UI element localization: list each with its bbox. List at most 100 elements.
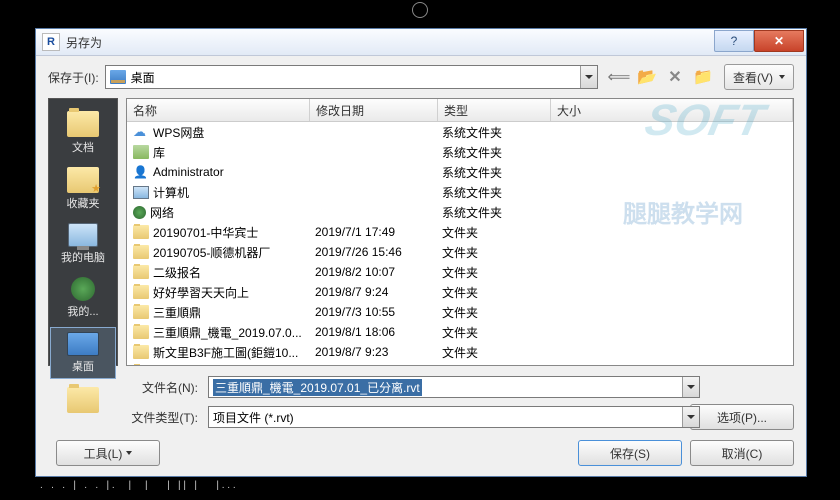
close-button[interactable]: ✕ [754,30,804,52]
top-marker-circle [412,2,428,18]
network-icon [71,277,95,301]
cancel-button[interactable]: 取消(C) [690,440,794,466]
app-icon: R [42,33,60,51]
fld-icon [133,345,149,359]
row-name: 斯文理三期_機電_B3F-3F... [153,364,299,366]
file-list-pane: SOFT 腿腿教学网 名称 修改日期 类型 大小 ☁WPS网盘系统文件夹库系统文… [126,98,794,366]
row-name: 三重順鼎_機電_2019.07.0... [153,324,302,341]
list-header: 名称 修改日期 类型 大小 [127,99,793,122]
sidebar-item-label: 文档 [72,139,94,155]
titlebar: R 另存为 ? ✕ [36,29,806,56]
folder-icon [67,111,99,137]
computer-icon [68,223,98,247]
table-row[interactable]: 三重順鼎_機電_2019.07.0... 2019/8/1 18:06文件夹 [127,322,793,342]
sidebar-item-label: 我的... [67,303,98,319]
table-row[interactable]: 二级报名 2019/8/2 10:07文件夹 [127,262,793,282]
table-row[interactable]: ☁ WPS网盘 系统文件夹 [127,122,793,142]
row-name: 计算机 [153,184,189,201]
filename-dropdown-icon[interactable] [682,377,699,397]
row-name: Administrator [153,165,224,179]
row-type: 文件夹 [436,224,548,241]
table-row[interactable]: 三重順鼎2019/7/3 10:55文件夹 [127,302,793,322]
table-row[interactable]: 斯文里B3F施工圖(鉅鎧10... 2019/8/7 9:23文件夹 [127,342,793,362]
desktop-icon [110,70,126,84]
filename-value: 三重順鼎_機電_2019.07.01_已分离.rvt [213,379,422,396]
table-row[interactable]: 20190705-顺德机器厂 2019/7/26 15:46文件夹 [127,242,793,262]
row-type: 文件夹 [436,244,548,261]
sidebar-item-documents[interactable]: 文档 [51,107,115,159]
table-row[interactable]: 库 系统文件夹 [127,142,793,162]
table-row[interactable]: 计算机系统文件夹 [127,182,793,202]
table-row[interactable]: 好好學習天天向上 2019/8/7 9:24文件夹 [127,282,793,302]
fld-icon [133,325,149,339]
filetype-dropdown-icon[interactable] [682,407,699,427]
filetype-select[interactable]: 项目文件 (*.rvt) [208,406,700,428]
favorites-icon [67,167,99,193]
location-value: 桌面 [131,69,155,86]
row-type: 文件夹 [436,324,548,341]
save-in-label: 保存于(I): [48,69,99,86]
row-name: 网络 [150,204,174,221]
row-type: 系统文件夹 [436,124,548,141]
row-name: WPS网盘 [153,124,204,141]
row-type: 文件夹 [436,284,548,301]
open-folder-icon[interactable]: 📂 [638,68,656,86]
row-date: 2019/7/3 10:55 [309,305,436,319]
col-date[interactable]: 修改日期 [310,99,438,121]
row-date: 2019/8/7 9:24 [309,285,436,299]
options-button[interactable]: 选项(P)... [690,404,794,430]
row-name: 库 [153,144,165,161]
sidebar-item-favorites[interactable]: 收藏夹 [51,163,115,215]
sidebar-item-mycomputer[interactable]: 我的电脑 [51,219,115,269]
places-sidebar: 文档 收藏夹 我的电脑 我的... 桌面 [48,98,118,366]
list-body: ☁WPS网盘系统文件夹库系统文件夹👤Administrator系统文件夹计算机系… [127,122,793,365]
table-row[interactable]: 网络 系统文件夹 [127,202,793,222]
help-button[interactable]: ? [714,30,754,52]
location-dropdown-icon[interactable] [580,66,597,88]
sidebar-item-label: 我的电脑 [61,249,105,265]
row-type: 文件夹 [436,264,548,281]
back-icon[interactable]: ⟸ [610,68,628,86]
row-name: 斯文里B3F施工圖(鉅鎧10... [153,344,298,361]
row-name: 20190705-顺德机器厂 [153,244,270,261]
col-name[interactable]: 名称 [127,99,310,121]
fld-icon [133,265,149,279]
row-type: 文件夹 [436,304,548,321]
col-type[interactable]: 类型 [438,99,551,121]
col-size[interactable]: 大小 [551,99,793,121]
tools-button[interactable]: 工具(L) [56,440,160,466]
row-date: 2019/8/1 18:06 [309,325,436,339]
row-name: 二级报名 [153,264,201,281]
location-select[interactable]: 桌面 [105,65,598,89]
location-bar: 保存于(I): 桌面 ⟸ 📂 ✕ 📁 查看(V) [36,56,806,98]
table-row[interactable]: 斯文理三期_機電_B3F-3F...2019/8/6 17:38文件夹 [127,362,793,365]
dialog-title: 另存为 [66,34,714,51]
net-icon [133,206,146,219]
row-type: 系统文件夹 [436,204,548,221]
delete-icon[interactable]: ✕ [666,68,684,86]
fld-icon [133,285,149,299]
new-folder-icon[interactable]: 📁 [694,68,712,86]
fld-icon [133,245,149,259]
sidebar-item-mynetwork[interactable]: 我的... [51,273,115,323]
filename-input[interactable]: 三重順鼎_機電_2019.07.01_已分离.rvt [208,376,700,398]
save-button[interactable]: 保存(S) [578,440,682,466]
cloud-icon: ☁ [133,125,149,139]
table-row[interactable]: 20190701-中华宾士2019/7/1 17:49文件夹 [127,222,793,242]
user-icon: 👤 [133,165,149,179]
lib-icon [133,145,149,159]
row-date: 2019/7/26 15:46 [309,245,436,259]
row-type: 系统文件夹 [436,164,548,181]
fld-icon [133,225,149,239]
nav-icons: ⟸ 📂 ✕ 📁 [604,68,712,86]
view-button[interactable]: 查看(V) [724,64,794,90]
comp-icon [133,186,149,199]
row-name: 好好學習天天向上 [153,284,249,301]
ruler-marks: . . . | . . | . | | | | | | | . . . [0,480,840,500]
row-type: 系统文件夹 [436,144,548,161]
sidebar-item-label: 收藏夹 [67,195,100,211]
row-date: 2019/8/7 9:23 [309,345,436,359]
table-row[interactable]: 👤 Administrator 系统文件夹 [127,162,793,182]
row-type: 文件夹 [436,344,548,361]
row-date: 2019/8/2 10:07 [309,265,436,279]
